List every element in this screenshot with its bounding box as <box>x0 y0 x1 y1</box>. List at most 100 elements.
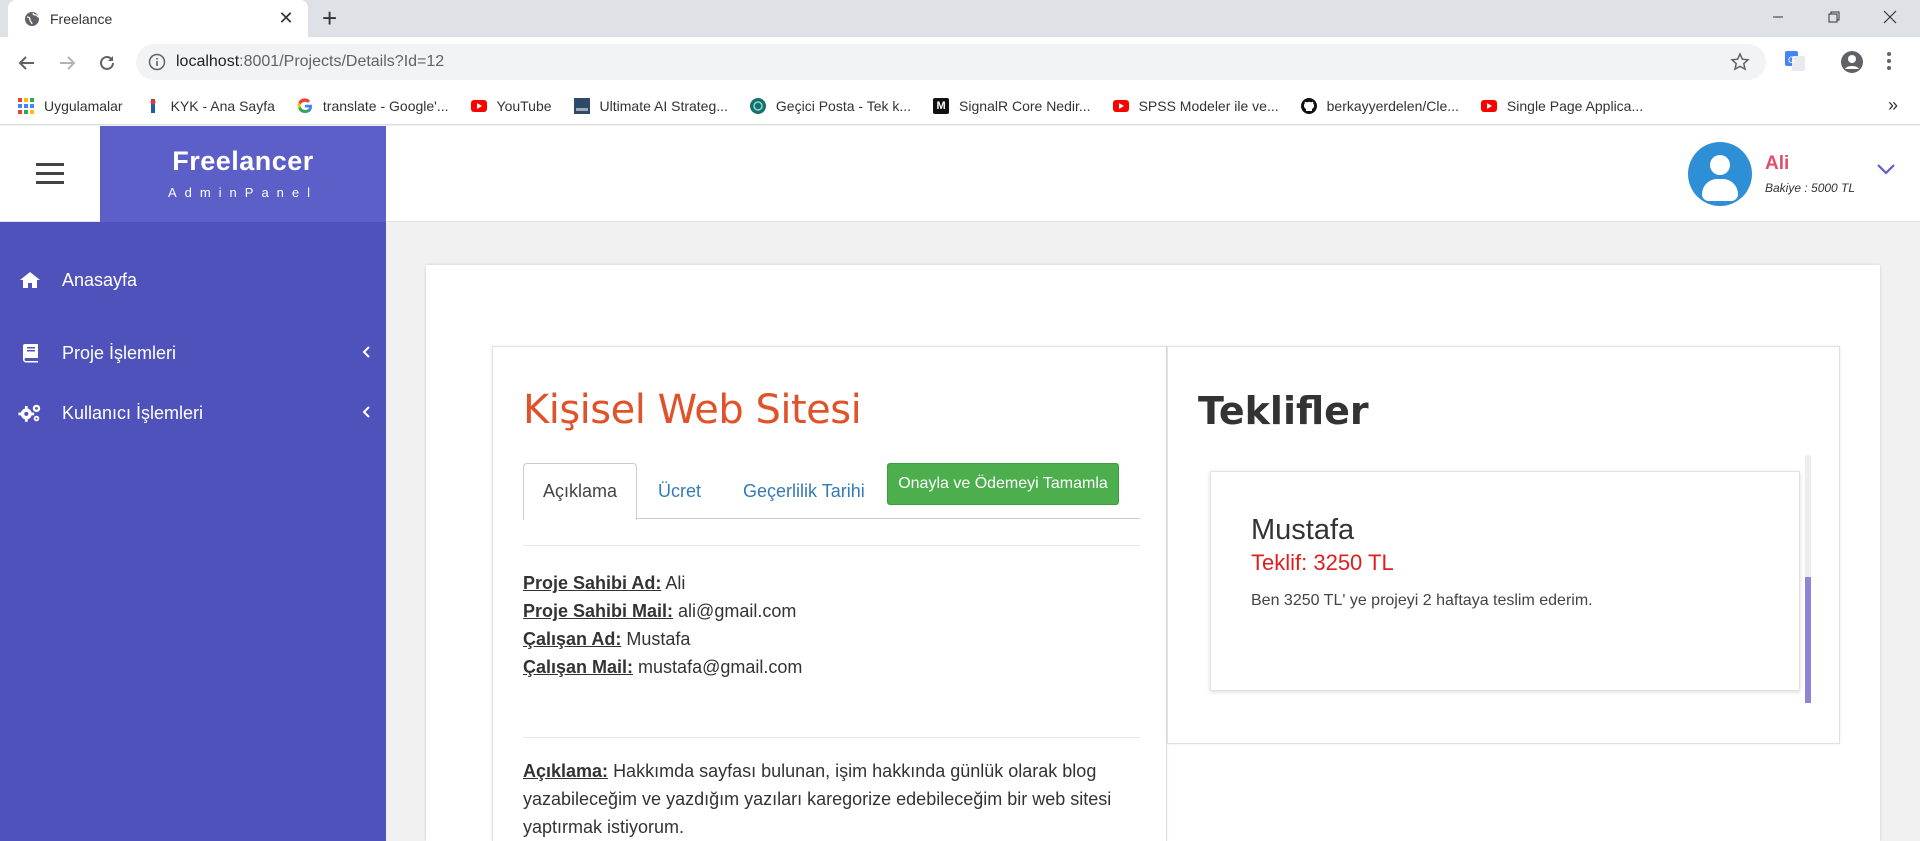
owner-name-label: Proje Sahibi Ad: <box>523 573 662 593</box>
project-title: Kişisel Web Sitesi <box>523 387 862 433</box>
bookmark-label: Ultimate AI Strateg... <box>599 97 728 114</box>
worker-name-label: Çalışan Ad: <box>523 629 622 649</box>
bookmark-star-icon[interactable] <box>1730 52 1750 72</box>
sidebar: Anasayfa Proje İşlemleri Kullanıcı İşlem… <box>0 222 386 841</box>
url-input[interactable]: localhost:8001/Projects/Details?Id=12 <box>136 44 1766 80</box>
forward-button[interactable] <box>53 49 81 77</box>
sidebar-item-kullanici-islemleri[interactable]: Kullanıcı İşlemleri <box>0 393 386 433</box>
top-navbar: Freelancer AdminPanel Ali Bakiye : 5000 … <box>0 126 1920 222</box>
profile-icon[interactable] <box>1840 50 1864 74</box>
bookmark-label: translate - Google'... <box>322 97 449 114</box>
owner-mail-label: Proje Sahibi Mail: <box>523 601 674 621</box>
browser-tabstrip: Freelance ✕ + <box>0 0 1920 37</box>
bookmark-item[interactable]: Ultimate AI Strateg... <box>573 97 728 114</box>
bookmarks-bar: Uygulamalar KYK - Ana Sayfa translate - … <box>0 87 1920 125</box>
back-button[interactable] <box>13 49 41 77</box>
approve-payment-button[interactable]: Onayla ve Ödemeyi Tamamla <box>887 463 1119 505</box>
user-info: Ali Bakiye : 5000 TL <box>1765 153 1855 195</box>
google-icon <box>297 97 313 114</box>
tab-ucret[interactable]: Ücret <box>658 463 701 519</box>
description-text: Hakkımda sayfası bulunan, işim hakkında … <box>613 761 1097 781</box>
gears-icon <box>18 402 42 424</box>
bookmark-item[interactable]: translate - Google'... <box>297 98 449 114</box>
scrollbar-thumb[interactable] <box>1805 577 1811 703</box>
back-arrow-icon <box>18 56 34 70</box>
browser-tab[interactable]: Freelance ✕ <box>8 0 308 37</box>
close-icon <box>1883 10 1897 24</box>
info-icon[interactable] <box>148 53 166 71</box>
tempmail-icon <box>749 97 766 114</box>
owner-name-value: Ali <box>665 573 686 593</box>
description: Açıklama: Hakkımda sayfası bulunan, işim… <box>523 757 1111 841</box>
sidebar-item-label: Anasayfa <box>62 269 138 290</box>
offers-scrollbar[interactable] <box>1805 455 1811 703</box>
tab-gecerlilik-tarihi[interactable]: Geçerlilik Tarihi <box>743 463 865 519</box>
brand-logo[interactable]: Freelancer AdminPanel <box>100 126 386 222</box>
worker-mail-value: mustafa@gmail.com <box>638 657 803 677</box>
minimize-icon <box>1773 16 1783 18</box>
sidebar-item-anasayfa[interactable]: Anasayfa <box>0 260 386 300</box>
owner-mail-row: Proje Sahibi Mail: ali@gmail.com <box>523 597 796 625</box>
menu-kebab-icon[interactable] <box>1886 50 1892 72</box>
offer-item[interactable]: Mustafa Teklif: 3250 TL Ben 3250 TL' ye … <box>1210 471 1800 691</box>
globe-icon <box>24 11 40 27</box>
svg-text:G: G <box>1788 55 1795 65</box>
close-tab-icon[interactable]: ✕ <box>276 8 296 29</box>
bookmark-label: SignalR Core Nedir... <box>959 97 1091 114</box>
bookmark-item[interactable]: Geçici Posta - Tek k... <box>749 97 911 114</box>
bookmark-item[interactable]: M SignalR Core Nedir... <box>933 97 1091 114</box>
user-profile[interactable]: Ali Bakiye : 5000 TL <box>1688 142 1855 206</box>
translate-extension-icon[interactable]: G <box>1784 50 1806 72</box>
medium-icon: M <box>933 97 950 114</box>
url-host: localhost <box>176 53 240 70</box>
offers-title: Teklifler <box>1198 389 1369 433</box>
user-menu-chevron-down-icon[interactable] <box>1876 162 1896 180</box>
owner-info: Proje Sahibi Ad: Ali Proje Sahibi Mail: … <box>523 569 796 625</box>
worker-mail-label: Çalışan Mail: <box>523 657 634 677</box>
worker-name-row: Çalışan Ad: Mustafa <box>523 625 802 653</box>
reload-button[interactable] <box>93 49 121 77</box>
worker-mail-row: Çalışan Mail: mustafa@gmail.com <box>523 653 802 681</box>
book-icon <box>18 343 42 363</box>
bookmark-label: berkayyerdelen/Cle... <box>1326 97 1459 114</box>
bookmark-label: KYK - Ana Sayfa <box>170 97 275 114</box>
main-panel: Kişisel Web Sitesi Açıklama Ücret Geçerl… <box>426 265 1880 841</box>
bookmark-item[interactable]: Single Page Applica... <box>1480 98 1643 114</box>
url-path: :8001/Projects/Details?Id=12 <box>239 53 445 70</box>
brand-name: Freelancer <box>172 146 314 176</box>
bookmarks-more-icon[interactable]: » <box>1888 95 1898 116</box>
description-line: yaptırmak istiyorum. <box>523 817 685 837</box>
offer-text: Ben 3250 TL' ye projeyi 2 haftaya teslim… <box>1251 592 1593 609</box>
owner-name-row: Proje Sahibi Ad: Ali <box>523 569 796 597</box>
kyk-icon <box>144 97 161 114</box>
project-details-card: Kişisel Web Sitesi Açıklama Ücret Geçerl… <box>492 346 1167 841</box>
close-window-button[interactable] <box>1862 0 1918 34</box>
new-tab-button[interactable]: + <box>322 5 337 31</box>
bookmark-item[interactable]: Uygulamalar <box>18 97 123 114</box>
bookmark-label: SPSS Modeler ile ve... <box>1138 97 1279 114</box>
restore-button[interactable] <box>1806 0 1862 34</box>
page-icon <box>573 97 590 114</box>
bookmark-item[interactable]: KYK - Ana Sayfa <box>144 97 275 114</box>
reload-icon <box>100 55 114 70</box>
minimize-button[interactable] <box>1750 0 1806 34</box>
avatar-head <box>1710 155 1730 175</box>
bookmark-item[interactable]: YouTube <box>470 98 552 114</box>
bookmark-item[interactable]: berkayyerdelen/Cle... <box>1300 97 1459 114</box>
description-line: yazabileceğim ve yazdığım yazıları kareg… <box>523 789 1112 809</box>
address-bar: localhost:8001/Projects/Details?Id=12 G <box>0 37 1920 87</box>
hamburger-menu-button[interactable] <box>0 126 100 222</box>
sidebar-item-label: Kullanıcı İşlemleri <box>62 402 204 423</box>
tab-aciklama[interactable]: Açıklama <box>523 463 638 520</box>
worker-name-value: Mustafa <box>626 629 691 649</box>
divider <box>523 545 1140 546</box>
user-balance: Bakiye : 5000 TL <box>1765 181 1856 195</box>
owner-mail-value: ali@gmail.com <box>678 601 797 621</box>
avatar <box>1688 142 1752 206</box>
project-tabs: Açıklama Ücret Geçerlilik Tarihi Onayla … <box>523 463 1140 520</box>
sidebar-item-proje-islemleri[interactable]: Proje İşlemleri <box>0 333 386 373</box>
user-name: Ali <box>1765 153 1790 174</box>
app-root: Freelancer AdminPanel Ali Bakiye : 5000 … <box>0 126 1920 841</box>
bookmark-item[interactable]: SPSS Modeler ile ve... <box>1112 97 1279 114</box>
tab-title: Freelance <box>50 10 113 27</box>
